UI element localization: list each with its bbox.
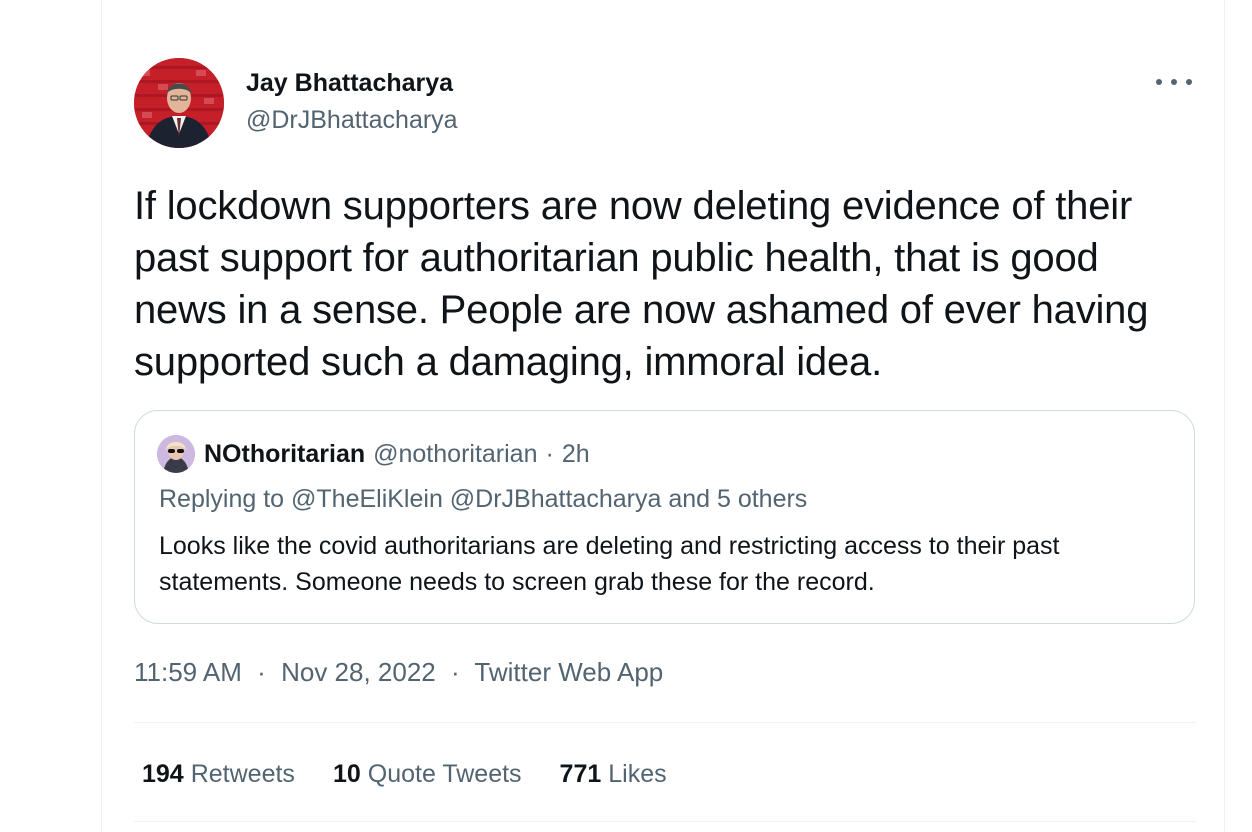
quoted-author-handle: @nothoritarian: [373, 439, 538, 468]
quote-tweets-stat[interactable]: 10 Quote Tweets: [333, 758, 522, 790]
likes-label: Likes: [608, 760, 667, 788]
tweet: Jay Bhattacharya @DrJBhattacharya If loc…: [134, 0, 1196, 832]
divider: [134, 722, 1196, 723]
likes-stat[interactable]: 771 Likes: [560, 758, 667, 790]
more-horizontal-icon: [1171, 79, 1177, 85]
likes-count: 771: [559, 760, 602, 788]
quoted-separator: ·: [545, 439, 554, 468]
author-display-name[interactable]: Jay Bhattacharya: [246, 68, 458, 98]
more-horizontal-icon: [1156, 79, 1162, 85]
tweet-time[interactable]: 11:59 AM: [134, 657, 242, 687]
tweet-text: If lockdown supporters are now deleting …: [134, 184, 1149, 384]
tweet-header: Jay Bhattacharya @DrJBhattacharya: [134, 58, 1196, 150]
author-handle[interactable]: @DrJBhattacharya: [246, 105, 458, 135]
quote-tweets-count: 10: [332, 760, 361, 788]
quoted-replying-to: Replying to @TheEliKlein @DrJBhattachary…: [159, 485, 808, 513]
meta-separator: ·: [257, 657, 266, 687]
meta-separator: ·: [450, 657, 460, 687]
author-avatar-image: [134, 58, 224, 148]
tweet-date[interactable]: Nov 28, 2022: [281, 657, 436, 687]
tweet-metadata: 11:59 AM · Nov 28, 2022 · Twitter Web Ap…: [134, 656, 663, 688]
more-options-button[interactable]: [1156, 70, 1192, 94]
retweets-count: 194: [142, 760, 184, 788]
page: Jay Bhattacharya @DrJBhattacharya If loc…: [0, 0, 1252, 832]
quoted-author-avatar[interactable]: [157, 435, 195, 473]
quoted-tweet-text: Looks like the covid authoritarians are …: [159, 532, 1060, 596]
divider: [134, 821, 1196, 822]
quoted-tweet[interactable]: NOthoritarian @nothoritarian · 2h Replyi…: [134, 410, 1195, 624]
quoted-tweet-header: NOthoritarian @nothoritarian · 2h: [157, 435, 590, 473]
author-avatar[interactable]: [134, 58, 224, 148]
tweet-source[interactable]: Twitter Web App: [474, 657, 663, 687]
retweets-label: Retweets: [190, 760, 295, 788]
quoted-author-avatar-image: [157, 435, 195, 473]
tweet-stats: 194 Retweets 10 Quote Tweets 771 Likes: [142, 758, 705, 790]
author-names: Jay Bhattacharya @DrJBhattacharya: [246, 68, 458, 135]
quoted-timestamp: 2h: [561, 439, 590, 468]
quoted-author-display-name: NOthoritarian: [204, 439, 366, 468]
more-horizontal-icon: [1186, 79, 1192, 85]
retweets-stat[interactable]: 194 Retweets: [142, 758, 295, 790]
timeline-column: Jay Bhattacharya @DrJBhattacharya If loc…: [101, 0, 1225, 832]
quote-tweets-label: Quote Tweets: [367, 760, 522, 788]
